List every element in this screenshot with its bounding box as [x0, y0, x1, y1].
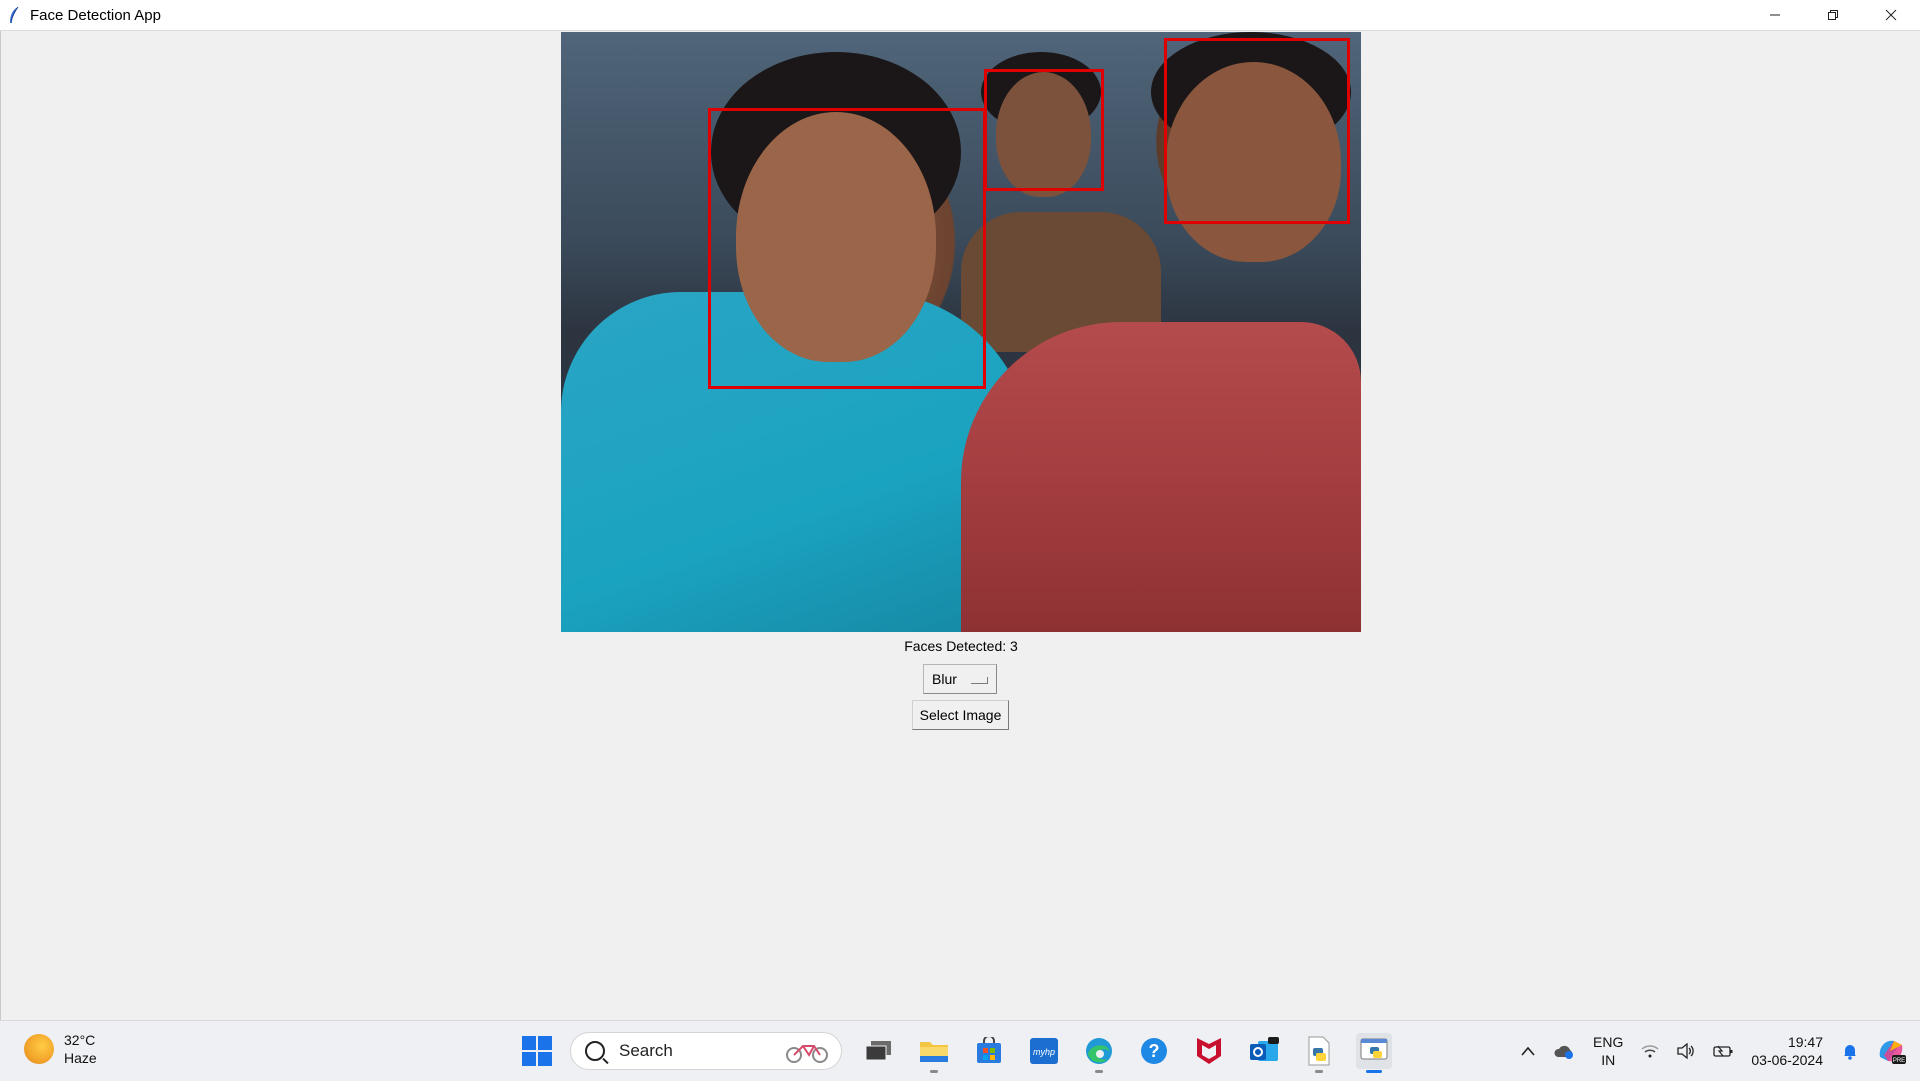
svg-text:PRE: PRE	[1893, 1058, 1905, 1064]
search-icon	[585, 1041, 605, 1061]
taskbar-search-input[interactable]: Search	[570, 1032, 842, 1070]
effect-option-value: Blur	[932, 671, 957, 687]
face-detection-box	[1164, 38, 1350, 224]
task-view-icon[interactable]	[861, 1033, 897, 1069]
weather-condition: Haze	[64, 1050, 97, 1066]
taskbar: 32°C Haze Search myhp ? ENG IN 19:47 03-…	[0, 1020, 1920, 1080]
option-indicator-icon	[971, 676, 988, 684]
close-button[interactable]	[1862, 0, 1920, 30]
notification-bell-icon[interactable]	[1842, 1042, 1858, 1060]
weather-haze-icon	[24, 1034, 54, 1064]
outlook-icon[interactable]	[1246, 1033, 1282, 1069]
region-code: IN	[1601, 1052, 1616, 1068]
app-client-area: Faces Detected: 3 Blur Select Image	[0, 31, 1920, 1020]
system-tray: ENG IN 19:47 03-06-2024 PRE	[1512, 1021, 1920, 1081]
clock-time: 19:47	[1787, 1034, 1823, 1050]
restore-button[interactable]	[1804, 0, 1862, 30]
python-app-icon[interactable]	[1356, 1033, 1392, 1073]
copilot-icon[interactable]: PRE	[1876, 1037, 1906, 1065]
taskbar-center: Search myhp ?	[522, 1029, 1392, 1073]
python-file-icon[interactable]	[1301, 1033, 1337, 1073]
start-icon[interactable]	[522, 1036, 552, 1066]
chevron-up-icon[interactable]	[1521, 1046, 1535, 1056]
onedrive-cloud-icon[interactable]	[1553, 1042, 1575, 1060]
detection-image	[561, 32, 1361, 632]
effect-option-menu[interactable]: Blur	[923, 664, 997, 694]
mcafee-icon[interactable]	[1191, 1033, 1227, 1069]
window-title: Face Detection App	[30, 6, 161, 24]
face-detection-box	[708, 108, 986, 389]
volume-icon[interactable]	[1677, 1043, 1695, 1059]
file-explorer-icon[interactable]	[916, 1033, 952, 1073]
clock-date: 03-06-2024	[1751, 1052, 1823, 1068]
feather-icon	[6, 6, 22, 24]
select-image-button[interactable]: Select Image	[912, 700, 1009, 730]
help-icon[interactable]: ?	[1136, 1033, 1172, 1069]
clock[interactable]: 19:47 03-06-2024	[1751, 1033, 1823, 1069]
search-placeholder: Search	[619, 1041, 673, 1060]
weather-temperature: 32°C	[64, 1032, 96, 1048]
bicycle-icon	[786, 1045, 828, 1063]
person-right-shirt	[961, 322, 1361, 632]
edge-icon[interactable]	[1081, 1033, 1117, 1073]
title-bar[interactable]: Face Detection App	[0, 0, 1920, 31]
faces-detected-label: Faces Detected: 3	[904, 638, 1018, 654]
window-controls	[1746, 0, 1920, 30]
face-detection-box	[984, 69, 1104, 191]
svg-text:?: ?	[1149, 1041, 1160, 1061]
svg-text:myhp: myhp	[1033, 1047, 1055, 1057]
language-indicator[interactable]: ENG IN	[1593, 1033, 1623, 1069]
microsoft-store-icon[interactable]	[971, 1033, 1007, 1069]
language-code: ENG	[1593, 1034, 1624, 1050]
minimize-button[interactable]	[1746, 0, 1804, 30]
weather-widget[interactable]: 32°C Haze	[24, 1031, 97, 1067]
wifi-icon[interactable]	[1641, 1044, 1659, 1058]
myhp-icon[interactable]: myhp	[1026, 1033, 1062, 1069]
battery-icon[interactable]	[1713, 1044, 1733, 1058]
app-window: Face Detection App Faces Detected: 3 Blu…	[0, 0, 1920, 1020]
